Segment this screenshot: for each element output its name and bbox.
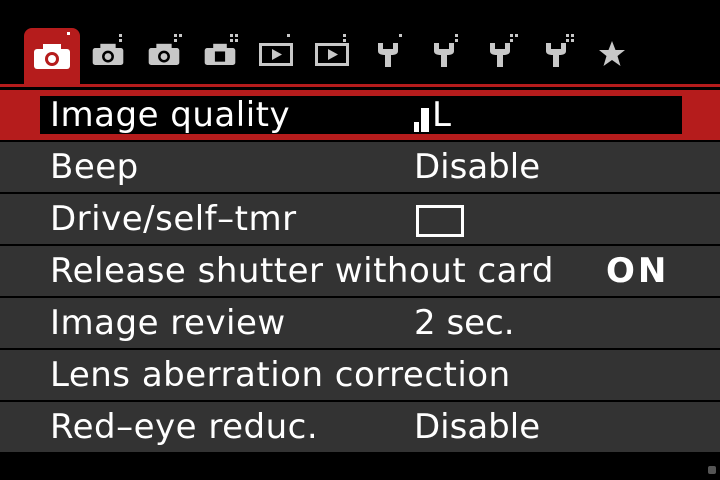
tab-shooting-4[interactable] (196, 26, 244, 82)
camera-icon (34, 44, 70, 69)
tab-shooting-1[interactable] (24, 28, 80, 84)
tab-setup-2[interactable] (420, 26, 468, 82)
tab-page-dots (119, 34, 122, 42)
menu-item-value: Disable (414, 147, 541, 187)
tab-page-dots (230, 34, 238, 42)
menu-tab-bar (0, 0, 720, 86)
menu-item-value: 2 sec. (414, 303, 515, 343)
star-icon (599, 41, 625, 66)
menu-item-beep[interactable]: Beep Disable (0, 142, 720, 192)
camera-alt-icon (204, 43, 236, 66)
status-indicator (708, 466, 716, 474)
camera-icon (92, 43, 124, 66)
menu-item-label: Red–eye reduc. (50, 407, 319, 447)
tab-page-dots (343, 34, 346, 42)
menu-item-lens-aberration-correction[interactable]: Lens aberration correction (0, 350, 720, 400)
tab-page-dots (287, 34, 290, 37)
tab-setup-1[interactable] (364, 26, 412, 82)
quality-value: L (414, 98, 451, 132)
tab-underline (0, 84, 720, 87)
tab-my-menu[interactable] (588, 26, 636, 82)
tab-page-dots (67, 32, 70, 35)
wrench-icon (434, 43, 454, 67)
single-shot-icon (416, 205, 464, 237)
tab-page-dots (174, 34, 182, 42)
tab-page-dots (399, 34, 402, 37)
menu-item-value: Disable (414, 407, 541, 447)
tab-shooting-2[interactable] (84, 26, 132, 82)
playback-icon (315, 43, 349, 66)
menu-item-label: Lens aberration correction (50, 355, 511, 395)
menu-item-label: Release shutter without card (50, 251, 554, 291)
menu-item-drive-self-timer[interactable]: Drive/self–tmr (0, 194, 720, 244)
wrench-icon (546, 43, 566, 67)
wrench-icon (490, 43, 510, 67)
tab-shooting-3[interactable] (140, 26, 188, 82)
menu-item-image-review[interactable]: Image review 2 sec. (0, 298, 720, 348)
playback-icon (259, 43, 293, 66)
menu-item-label: Drive/self–tmr (50, 199, 297, 239)
menu-item-image-quality[interactable]: Image quality L (0, 90, 720, 140)
tab-page-dots (455, 34, 458, 42)
menu-item-label: Beep (50, 147, 139, 187)
menu-item-label: Image review (50, 303, 286, 343)
camera-icon (148, 43, 180, 66)
tab-page-dots (510, 34, 518, 42)
menu-item-value: ON (606, 251, 670, 291)
menu-item-red-eye-reduction[interactable]: Red–eye reduc. Disable (0, 402, 720, 452)
jpeg-quality-icon (414, 108, 429, 132)
tab-setup-3[interactable] (476, 26, 524, 82)
tab-playback-1[interactable] (252, 26, 300, 82)
settings-menu: Image quality L Beep Disable Drive/self–… (0, 90, 720, 454)
tab-playback-2[interactable] (308, 26, 356, 82)
tab-page-dots (566, 34, 574, 42)
wrench-icon (378, 43, 398, 67)
tab-setup-4[interactable] (532, 26, 580, 82)
menu-item-release-shutter-without-card[interactable]: Release shutter without card ON (0, 246, 720, 296)
quality-size-letter: L (432, 95, 451, 135)
menu-item-label: Image quality (50, 95, 291, 135)
